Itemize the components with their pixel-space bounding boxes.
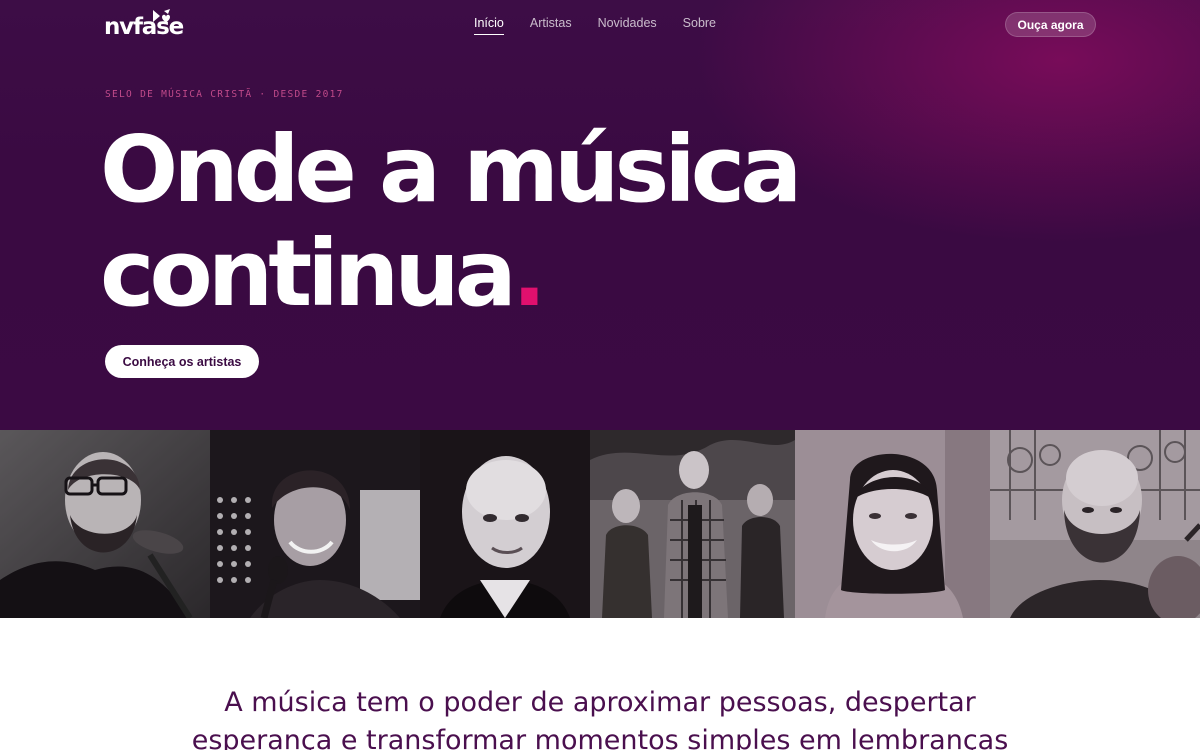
artist-photo-2 (210, 430, 420, 618)
listen-now-button[interactable]: Ouça agora (1005, 12, 1096, 37)
hero-section: nvfase Início Artistas Novidades Sobre O… (0, 0, 1200, 430)
headline-accent-dot: . (511, 220, 547, 327)
headline-line-2-text: continua (100, 220, 517, 327)
artist-photo-5 (795, 430, 990, 618)
play-heart-icon (153, 9, 170, 23)
about-tagline: A música tem o poder de aproximar pessoa… (191, 687, 1009, 750)
headline-line-1: Onde a música (100, 116, 802, 223)
logo[interactable]: nvfase (104, 8, 184, 44)
artist-photo-1 (0, 430, 210, 618)
nav-item-artistas[interactable]: Artistas (530, 16, 572, 35)
nav-item-sobre[interactable]: Sobre (683, 16, 716, 35)
hero-eyebrow: SELO DE MÚSICA CRISTÃ · DESDE 2017 (105, 89, 344, 100)
hero-headline: Onde a música continua. (100, 116, 802, 326)
artist-photo-4 (590, 430, 795, 618)
headline-line-2: continua. (100, 222, 797, 326)
nav-item-inicio[interactable]: Início (474, 16, 504, 35)
artist-photo-6 (990, 430, 1200, 618)
nav-item-novidades[interactable]: Novidades (598, 16, 657, 35)
artist-photo-3 (420, 430, 590, 618)
meet-artists-button[interactable]: Conheça os artistas (105, 345, 259, 378)
main-nav: Início Artistas Novidades Sobre (474, 16, 742, 35)
about-section: A música tem o poder de aproximar pessoa… (0, 618, 1200, 750)
artists-photo-strip (0, 430, 1200, 618)
